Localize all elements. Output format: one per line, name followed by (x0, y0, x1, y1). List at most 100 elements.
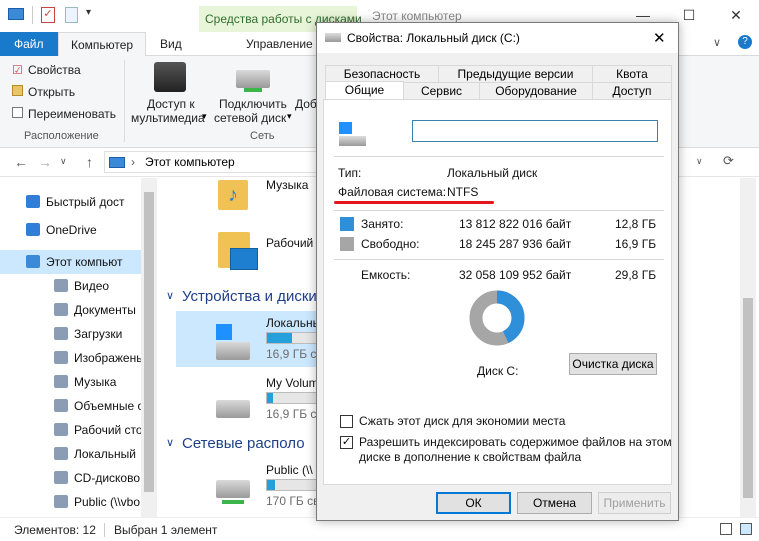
ribbon-properties[interactable]: Свойства (28, 63, 81, 77)
desktop-screen-icon (230, 248, 258, 270)
divider (334, 259, 664, 260)
ribbon-group-network: Сеть (250, 130, 275, 142)
ribbon-map-drive-line1[interactable]: Подключить (219, 97, 287, 111)
general-panel: Тип: Локальный диск Файловая система: NT… (323, 99, 672, 485)
nav-item[interactable]: Загрузки (0, 322, 148, 346)
chevron-down-icon[interactable]: ∨ (166, 436, 174, 449)
divider (32, 6, 33, 24)
back-arrow-icon[interactable]: ← (14, 154, 28, 170)
breadcrumb[interactable]: Этот компьютер (145, 155, 235, 169)
ribbon-map-drive-line2[interactable]: сетевой диск (214, 111, 286, 125)
tab-hardware[interactable]: Оборудование (479, 82, 593, 100)
nav-item[interactable]: Рабочий сто (0, 418, 148, 442)
ribbon-media-access-line1[interactable]: Доступ к (147, 97, 195, 111)
folder-desktop[interactable]: Рабочий (266, 236, 313, 250)
nav-item[interactable]: CD-дисково (0, 466, 148, 490)
close-button[interactable]: ✕ (713, 0, 759, 30)
disk-label: Диск C: (477, 364, 519, 378)
filesystem-label: Файловая система: (338, 185, 447, 199)
tab-sharing[interactable]: Доступ (592, 82, 672, 100)
network-green-icon (244, 88, 262, 92)
section-network-header[interactable]: Сетевые располо (182, 435, 305, 452)
tab-computer[interactable]: Компьютер (58, 32, 147, 56)
disk-cleanup-button[interactable]: Очистка диска (569, 353, 657, 375)
pictures-icon (54, 351, 68, 364)
nav-item[interactable]: Public (\\vbo (0, 490, 148, 514)
forward-arrow-icon[interactable]: → (38, 154, 52, 170)
tiles-view-icon[interactable] (740, 523, 752, 535)
index-label-line1[interactable]: Разрешить индексировать содержимое файло… (359, 435, 672, 449)
content-scroll-thumb[interactable] (743, 298, 753, 498)
compress-label[interactable]: Сжать этот диск для экономии места (359, 414, 565, 428)
index-checkbox[interactable]: ✓ (340, 436, 353, 449)
ribbon-group-location: Расположение (24, 130, 99, 142)
help-icon[interactable]: ? (738, 35, 752, 49)
free-bytes: 18 245 287 936 байт (459, 237, 572, 251)
nav-item[interactable]: Музыка (0, 370, 148, 394)
filesystem-value: NTFS (447, 185, 479, 199)
nav-item[interactable]: Локальный (0, 442, 148, 466)
new-folder-quick-icon[interactable] (65, 7, 78, 23)
disk-usage-donut (469, 290, 525, 346)
ok-button[interactable]: ОК (436, 492, 511, 514)
tab-file[interactable]: Файл (0, 32, 58, 56)
video-icon (54, 279, 68, 292)
ribbon-rename[interactable]: Переименовать (28, 107, 116, 121)
used-color-swatch (340, 217, 354, 231)
ribbon-media-access-line2[interactable]: мультимедиа (131, 111, 205, 125)
content-scrollbar[interactable] (740, 178, 756, 517)
capacity-label: Емкость: (361, 268, 411, 282)
folder-music[interactable]: Музыка (266, 178, 308, 192)
drive-public-name[interactable]: Public (\\ (266, 463, 313, 477)
divider (124, 60, 125, 142)
index-label-line2[interactable]: диске в дополнение к свойствам файла (359, 450, 581, 464)
ribbon-open[interactable]: Открыть (28, 85, 75, 99)
nav-item-label: Музыка (74, 375, 117, 389)
tab-manage[interactable]: Управление (234, 32, 325, 56)
drive-public-free: 170 ГБ св (266, 494, 318, 508)
properties-quick-icon[interactable]: ✓ (41, 7, 55, 23)
free-gb: 16,9 ГБ (615, 237, 657, 251)
nav-scrollbar[interactable] (141, 178, 157, 517)
nav-item[interactable]: OneDrive (0, 218, 148, 242)
volume-label-input[interactable] (412, 120, 658, 142)
tab-tools[interactable]: Сервис (403, 82, 480, 100)
highlight-underline (334, 201, 494, 204)
address-dropdown-icon[interactable]: ∨ (696, 156, 703, 167)
tab-general[interactable]: Общие (325, 81, 404, 101)
ribbon-add-location[interactable]: Доб (295, 97, 317, 111)
nav-item-label: Документы (74, 303, 136, 317)
up-arrow-icon[interactable]: ↑ (86, 154, 93, 170)
nav-scroll-thumb[interactable] (144, 192, 154, 492)
nav-item[interactable]: Этот компьют (0, 250, 148, 274)
nav-item[interactable]: Изображень (0, 346, 148, 370)
tab-quota[interactable]: Квота (592, 65, 672, 83)
quick-access-dropdown-icon[interactable]: ▾ (86, 7, 91, 18)
cloud-icon (26, 223, 40, 236)
drive-local-name[interactable]: Локальны (266, 316, 318, 330)
free-label: Свободно: (361, 237, 420, 251)
compress-checkbox[interactable] (340, 415, 353, 428)
drive-myvolume-name[interactable]: My Volum (266, 376, 318, 390)
capacity-bytes: 32 058 109 952 байт (459, 268, 572, 282)
drive-icon (339, 136, 366, 146)
history-dropdown-icon[interactable]: ∨ (60, 156, 67, 167)
free-color-swatch (340, 237, 354, 251)
apply-button[interactable]: Применить (598, 492, 671, 514)
nav-item[interactable]: Быстрый дост (0, 190, 148, 214)
tab-previous-versions[interactable]: Предыдущие версии (438, 65, 593, 83)
tab-view[interactable]: Вид (148, 32, 194, 56)
ribbon-collapse-icon[interactable]: ∨ (713, 36, 721, 49)
cancel-button[interactable]: Отмена (517, 492, 592, 514)
refresh-icon[interactable]: ⟳ (723, 153, 734, 169)
nav-item[interactable]: Документы (0, 298, 148, 322)
dialog-close-button[interactable]: ✕ (653, 29, 666, 47)
computer-icon (109, 157, 125, 168)
network-drive-icon (54, 495, 68, 508)
address-field[interactable]: › Этот компьютер (104, 151, 319, 173)
chevron-down-icon[interactable]: ∨ (166, 289, 174, 302)
nav-item[interactable]: Объемные о (0, 394, 148, 418)
details-view-icon[interactable] (720, 523, 732, 535)
section-devices-header[interactable]: Устройства и диски (182, 288, 317, 305)
nav-item[interactable]: Видео (0, 274, 148, 298)
